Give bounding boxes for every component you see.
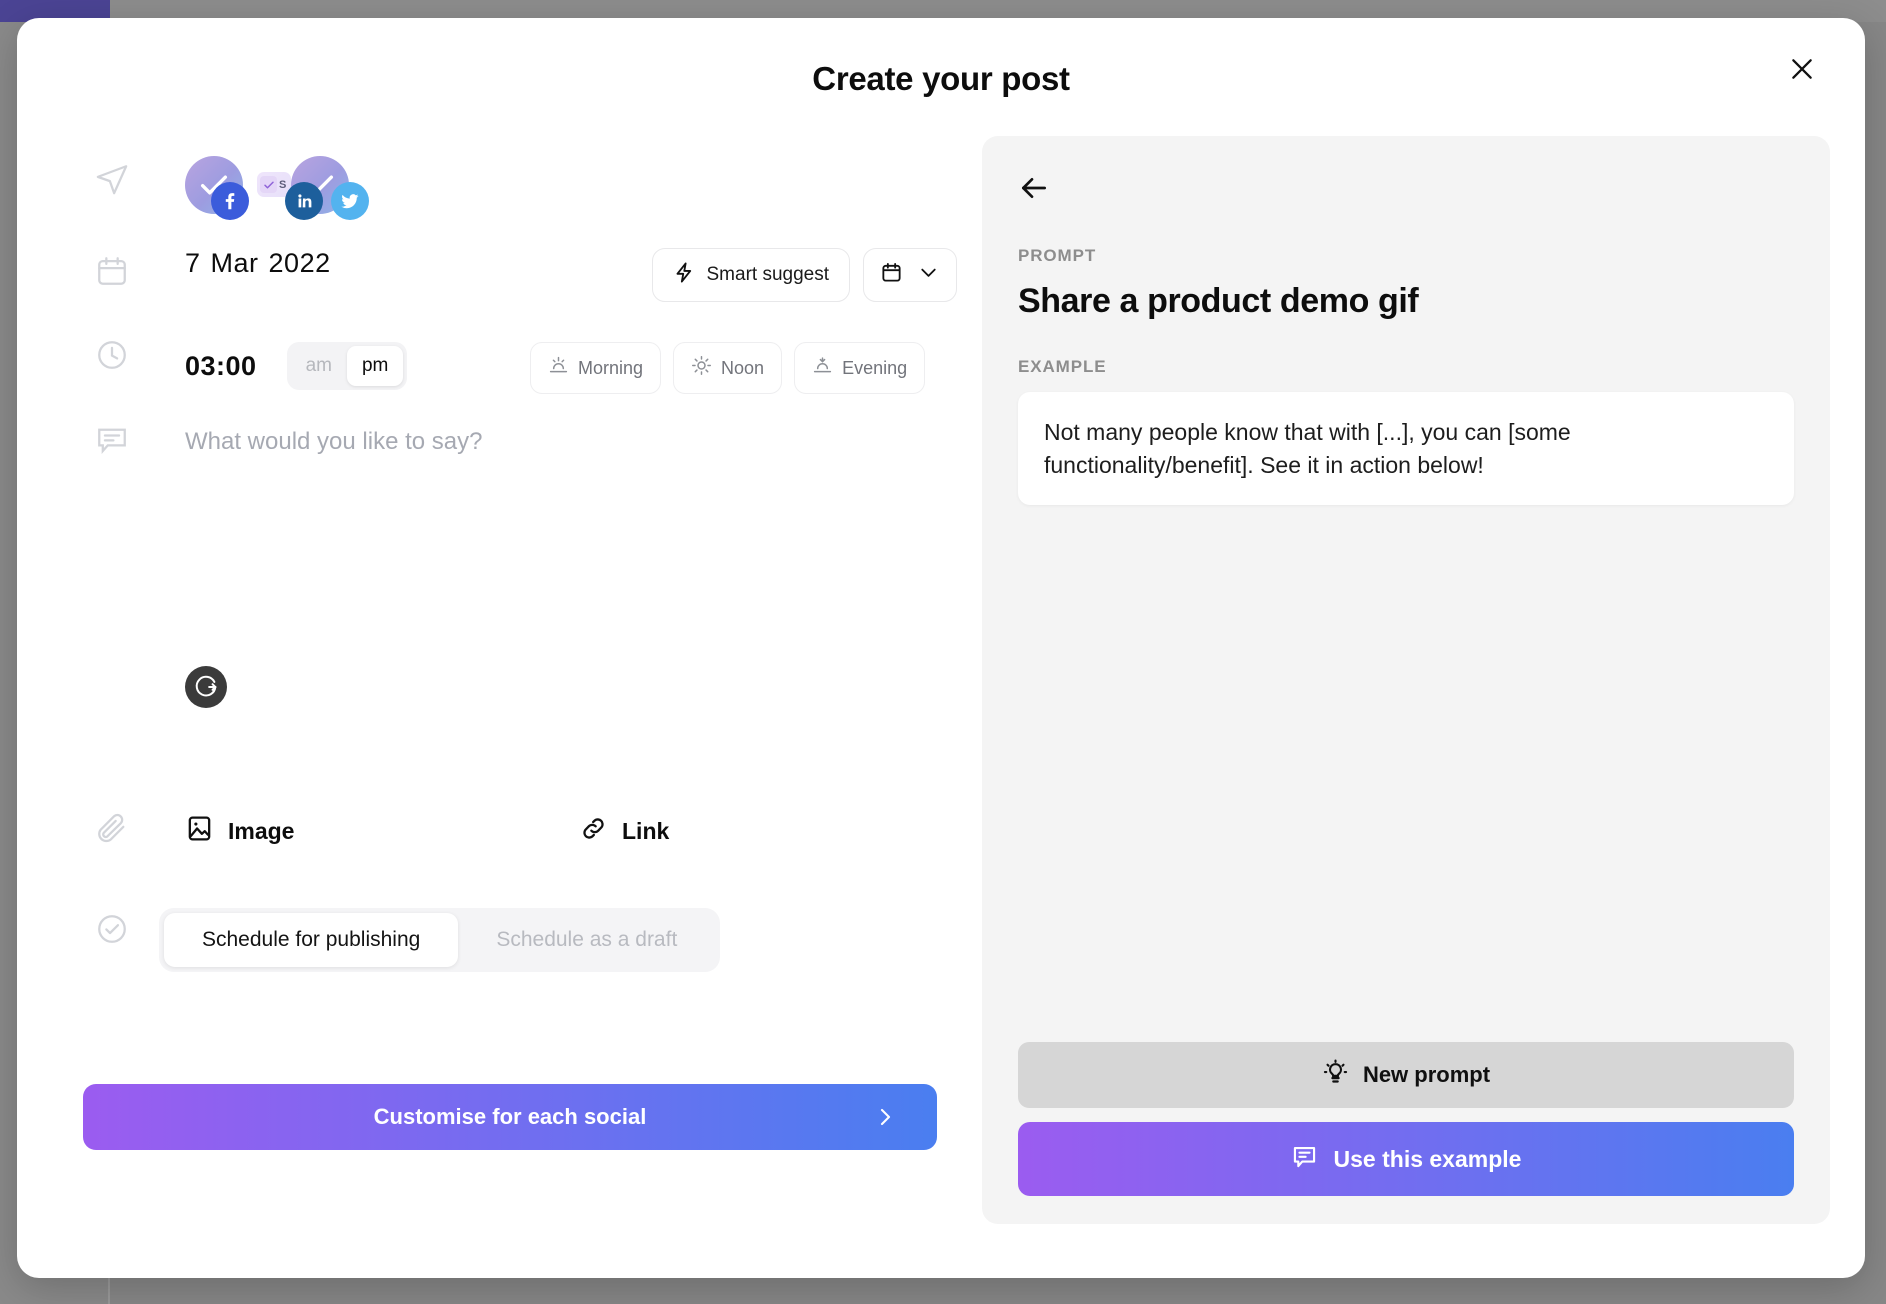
calendar-icon <box>95 254 129 288</box>
meridiem-toggle: am pm <box>286 342 408 390</box>
chevron-down-icon <box>917 261 940 290</box>
paperclip-icon <box>95 812 129 846</box>
schedule-for-publishing-option[interactable]: Schedule for publishing <box>164 913 459 967</box>
post-text-area[interactable]: What would you like to say? <box>185 428 897 708</box>
new-prompt-label: New prompt <box>1362 1062 1491 1087</box>
chevron-right-icon <box>873 1105 897 1129</box>
prompt-panel: PROMPT Share a product demo gif EXAMPLE … <box>982 136 1830 1224</box>
add-link-button[interactable]: Link <box>579 814 669 849</box>
calendar-icon <box>880 261 903 290</box>
time-row: 03:00 am pm Morning Noon Evening <box>185 342 957 394</box>
add-link-label: Link <box>622 818 670 844</box>
send-icon <box>95 162 129 196</box>
customise-for-each-social-button[interactable]: Customise for each social <box>83 1084 937 1150</box>
am-option[interactable]: am <box>291 346 347 386</box>
selected-date[interactable]: 7 Mar 2022 <box>185 248 331 279</box>
create-post-modal: Create your post S 7 Mar 2022 Smart sugg… <box>17 18 1865 1278</box>
page-title: Create your post <box>812 60 1070 97</box>
link-icon <box>579 814 608 849</box>
day-part-chips: Morning Noon Evening <box>530 342 926 394</box>
schedule-as-draft-option[interactable]: Schedule as a draft <box>458 913 715 967</box>
twitter-icon[interactable] <box>331 182 369 220</box>
back-arrow-icon[interactable] <box>1018 166 1062 210</box>
new-prompt-button[interactable]: New prompt <box>1018 1042 1794 1108</box>
example-caption: EXAMPLE <box>1018 357 1107 376</box>
check-badge-icon <box>260 176 277 193</box>
smart-suggest-label: Smart suggest <box>706 264 830 285</box>
post-text-placeholder: What would you like to say? <box>185 428 483 455</box>
morning-label: Morning <box>578 357 644 378</box>
facebook-icon[interactable] <box>211 182 249 220</box>
social-accounts-row: S <box>185 156 405 220</box>
date-year: 2022 <box>268 248 331 278</box>
pm-option[interactable]: pm <box>346 346 404 386</box>
publish-mode-toggle: Schedule for publishing Schedule as a dr… <box>159 908 721 972</box>
use-this-example-label: Use this example <box>1333 1145 1522 1172</box>
noon-chip[interactable]: Noon <box>673 342 783 394</box>
close-icon[interactable] <box>1781 48 1823 90</box>
prompt-title: Share a product demo gif <box>1018 282 1419 320</box>
avatar-group[interactable]: S <box>185 156 405 220</box>
message-icon <box>95 422 129 456</box>
cta-label: Customise for each social <box>373 1104 647 1129</box>
evening-label: Evening <box>842 357 908 378</box>
account-name-label: S <box>279 178 287 191</box>
sunset-icon <box>812 355 833 381</box>
attachments-row: Image Link <box>185 814 957 849</box>
example-text: Not many people know that with [...], yo… <box>1018 392 1794 506</box>
date-month: Mar <box>210 248 259 278</box>
date-day: 7 <box>185 248 201 278</box>
evening-chip[interactable]: Evening <box>794 342 926 394</box>
prompt-panel-actions: New prompt Use this example <box>1018 1042 1794 1196</box>
image-icon <box>185 814 214 849</box>
clock-icon <box>95 338 129 372</box>
message-lines-icon <box>1291 1143 1318 1176</box>
grammarly-icon[interactable] <box>185 666 227 708</box>
add-image-button[interactable]: Image <box>185 814 294 849</box>
sun-icon <box>691 355 712 381</box>
sunrise-icon <box>548 355 569 381</box>
linkedin-icon[interactable] <box>285 182 323 220</box>
time-input[interactable]: 03:00 <box>185 351 257 382</box>
lightbulb-icon <box>1322 1059 1349 1092</box>
add-image-label: Image <box>228 818 295 844</box>
date-actions: Smart suggest <box>651 248 957 302</box>
check-circle-icon <box>95 912 129 946</box>
date-row: 7 Mar 2022 Smart suggest <box>185 248 957 302</box>
use-this-example-button[interactable]: Use this example <box>1018 1122 1794 1196</box>
calendar-picker-button[interactable] <box>863 248 957 302</box>
morning-chip[interactable]: Morning <box>530 342 662 394</box>
prompt-caption: PROMPT <box>1018 246 1097 265</box>
lightning-icon <box>673 261 696 290</box>
publish-mode-row: Schedule for publishing Schedule as a dr… <box>159 908 721 972</box>
smart-suggest-button[interactable]: Smart suggest <box>651 248 850 302</box>
noon-label: Noon <box>721 357 765 378</box>
